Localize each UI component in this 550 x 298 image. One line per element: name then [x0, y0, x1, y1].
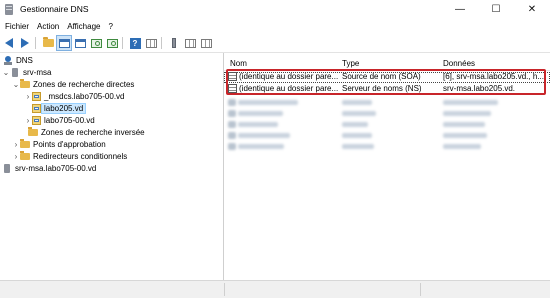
chevron-right-icon[interactable]: ›: [12, 152, 20, 161]
tree-item-other-server[interactable]: srv-msa.labo705-00.vd: [2, 163, 96, 174]
help-icon: ?: [129, 37, 141, 49]
tree-label: Points d'approbation: [33, 140, 106, 149]
tree-label-selected: labo205.vd: [41, 103, 87, 114]
tree-item-server[interactable]: ⌄ srv-msa: [2, 67, 51, 78]
folder-icon: [20, 79, 30, 88]
refresh-button[interactable]: [89, 36, 103, 50]
details-icon: [145, 38, 157, 48]
tree-item-conditional-forwarders[interactable]: › Redirecteurs conditionnels: [12, 151, 127, 162]
back-button[interactable]: [2, 36, 16, 50]
properties-icon: [74, 38, 86, 48]
tree-label: Zones de recherche directes: [33, 80, 135, 89]
dns-manager-icon: [4, 3, 14, 15]
toolbar-separator: [35, 37, 36, 49]
title-bar: Gestionnaire DNS — ☐ ✕: [0, 0, 550, 18]
window-title: Gestionnaire DNS: [20, 4, 89, 14]
column-header-type[interactable]: Type: [342, 59, 359, 68]
redacted-row: [224, 109, 550, 118]
tree-item-trust-points[interactable]: › Points d'approbation: [12, 139, 106, 150]
toolbar-separator: [122, 37, 123, 49]
folder-icon: [28, 127, 38, 136]
zone-icon: [32, 92, 41, 101]
tree-item-labo205-zone[interactable]: labo205.vd: [32, 103, 87, 114]
redacted-row: [224, 131, 550, 140]
toolbar: ?: [0, 34, 550, 53]
tree-label: DNS: [16, 56, 33, 65]
tree-label: srv-msa: [23, 68, 52, 77]
zone-icon: [184, 38, 196, 48]
server-icon: [4, 164, 10, 173]
server-button-b[interactable]: [183, 36, 197, 50]
server-button-c[interactable]: [199, 36, 213, 50]
column-header-name[interactable]: Nom: [230, 59, 247, 68]
tree-label: _msdcs.labo705-00.vd: [44, 92, 125, 101]
server-icon: [172, 38, 176, 48]
chevron-down-icon[interactable]: ⌄: [2, 68, 10, 77]
menu-action[interactable]: Action: [33, 22, 63, 31]
server-icon: [12, 68, 18, 77]
tree-label: Zones de recherche inversée: [41, 128, 145, 137]
status-bar: [0, 280, 550, 298]
help-button[interactable]: ?: [128, 36, 142, 50]
toolbar-separator: [161, 37, 162, 49]
arrow-left-icon: [5, 38, 13, 48]
menu-help[interactable]: ?: [104, 22, 116, 31]
up-folder-button[interactable]: [41, 36, 55, 50]
menu-file[interactable]: Fichier: [1, 22, 33, 31]
chevron-down-icon[interactable]: ⌄: [12, 80, 20, 89]
folder-icon: [20, 151, 30, 160]
export-list-icon: [106, 38, 118, 48]
console-tree-button[interactable]: [56, 35, 72, 51]
maximize-button[interactable]: ☐: [478, 0, 514, 18]
chevron-right-icon[interactable]: ›: [24, 92, 32, 101]
status-divider: [420, 283, 421, 296]
refresh-icon: [90, 38, 102, 48]
close-button[interactable]: ✕: [514, 0, 550, 18]
folder-icon: [20, 139, 30, 148]
console-tree-icon: [58, 38, 70, 48]
zone-icon: [32, 116, 41, 125]
redacted-row: [224, 142, 550, 151]
tree-item-dns[interactable]: DNS: [3, 55, 33, 66]
server-button-a[interactable]: [167, 36, 181, 50]
tree-label: Redirecteurs conditionnels: [33, 152, 128, 161]
tree-item-forward-zones[interactable]: ⌄ Zones de recherche directes: [12, 79, 134, 90]
highlight-annotation: [226, 69, 546, 95]
details-view-button[interactable]: [144, 36, 158, 50]
tree-item-labo705-zone[interactable]: › labo705-00.vd: [24, 115, 95, 126]
tree-label: srv-msa.labo705-00.vd: [15, 164, 97, 173]
status-divider: [224, 283, 225, 296]
folder-icon: [42, 37, 54, 47]
column-header-data[interactable]: Données: [443, 59, 475, 68]
menu-bar: Fichier Action Affichage ?: [0, 18, 550, 34]
records-icon: [200, 38, 212, 48]
redacted-row: [224, 120, 550, 129]
dns-icon: [3, 56, 13, 65]
tree-label: labo705-00.vd: [44, 116, 95, 125]
console-tree: DNS ⌄ srv-msa ⌄ Zones de recherche direc…: [0, 53, 224, 280]
redacted-row: [224, 98, 550, 107]
arrow-right-icon: [21, 38, 29, 48]
properties-button[interactable]: [73, 36, 87, 50]
export-button[interactable]: [105, 36, 119, 50]
records-list: Nom Type Données (identique au dossier p…: [224, 53, 550, 280]
forward-button[interactable]: [18, 36, 32, 50]
chevron-right-icon[interactable]: ›: [12, 140, 20, 149]
zone-icon: [32, 104, 41, 113]
minimize-button[interactable]: —: [442, 0, 478, 18]
menu-view[interactable]: Affichage: [63, 22, 104, 31]
tree-item-msdcs-zone[interactable]: › _msdcs.labo705-00.vd: [24, 91, 125, 102]
tree-item-reverse-zones[interactable]: Zones de recherche inversée: [28, 127, 145, 138]
chevron-right-icon[interactable]: ›: [24, 116, 32, 125]
